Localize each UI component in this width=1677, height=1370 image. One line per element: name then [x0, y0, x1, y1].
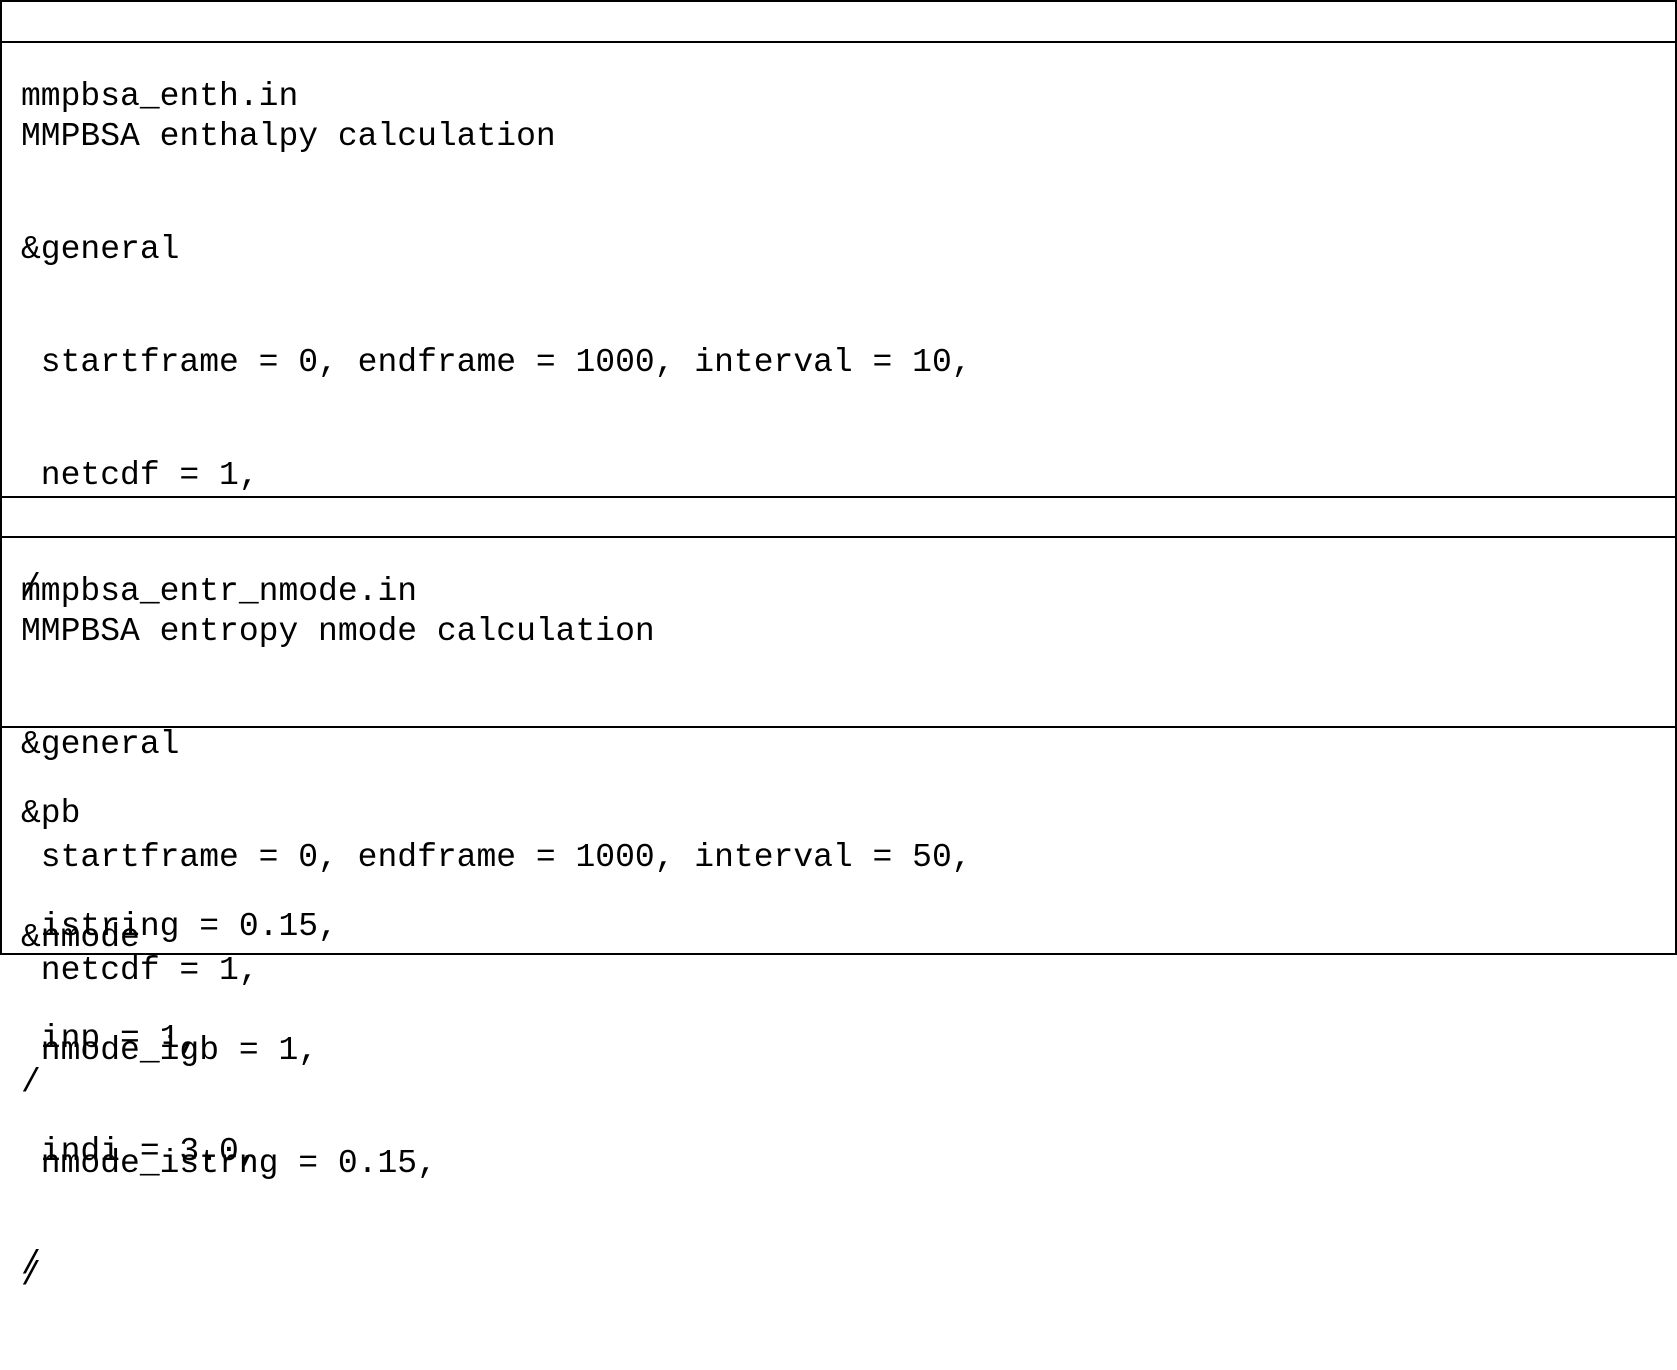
file-content-entr-general: MMPBSA entropy nmode calculation &genera… — [2, 538, 1675, 1101]
content-line: &general — [21, 230, 180, 268]
filename-row-entr-nmode: mmpbsa_entr_nmode.in — [2, 498, 1675, 610]
content-line: &nmode — [21, 918, 140, 956]
content-line: startframe = 0, endframe = 1000, interva… — [21, 343, 972, 381]
input-files-table: mmpbsa_enth.in MMPBSA enthalpy calculati… — [0, 0, 1677, 1294]
content-line: MMPBSA enthalpy calculation — [21, 118, 556, 156]
content-line: MMPBSA entropy nmode calculation — [21, 613, 655, 651]
content-line: netcdf = 1, — [21, 456, 259, 494]
content-line: / — [21, 1257, 41, 1295]
file-content-entr-nmode: &nmode nmode_igb = 1, nmode_istrng = 0.1… — [2, 728, 1675, 1294]
content-line: nmode_igb = 1, — [21, 1031, 319, 1069]
file-content-enth: MMPBSA enthalpy calculation &general sta… — [2, 43, 1675, 1283]
content-line — [21, 806, 437, 844]
filename-row-enth: mmpbsa_enth.in — [2, 2, 1675, 115]
content-line: nmode_istrng = 0.15, — [21, 1144, 437, 1182]
